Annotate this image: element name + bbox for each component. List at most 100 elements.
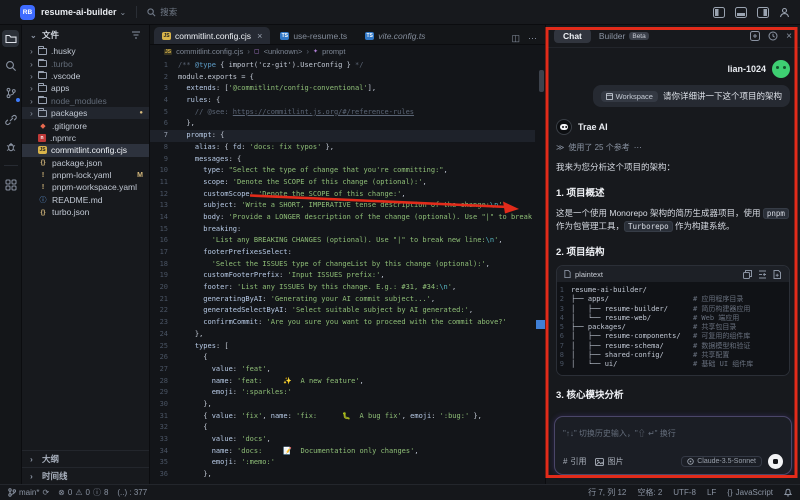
code-line[interactable]: 4 rules: { xyxy=(150,95,535,107)
code-line[interactable]: 14 body: 'Provide a LONGER description o… xyxy=(150,212,535,224)
image-button[interactable]: 图片 xyxy=(595,456,623,467)
debug-bug-icon[interactable] xyxy=(2,138,19,155)
code-line[interactable]: 20 footer: 'List any ISSUES by this chan… xyxy=(150,282,535,294)
cursor-position[interactable]: 行 7, 列 12 xyxy=(588,487,626,498)
code-editor[interactable]: 1/** @type { import('cz-git').UserConfig… xyxy=(150,60,535,484)
reference-button[interactable]: # 引用 xyxy=(563,456,586,467)
sidebar-file-item[interactable]: ›node_modules xyxy=(22,95,149,107)
code-line[interactable]: 19 customFooterPrefix: 'Input ISSUES pre… xyxy=(150,270,535,282)
code-line[interactable]: 17 footerPrefixesSelect: xyxy=(150,247,535,259)
code-line[interactable]: 21 generatingByAI: 'Generating your AI c… xyxy=(150,294,535,306)
outline-section[interactable]: › 大纲 xyxy=(22,450,149,467)
new-file-icon[interactable] xyxy=(773,270,782,279)
breadcrumb[interactable]: JS commitlint.config.cjs › ▢ <unknown> ›… xyxy=(150,45,545,58)
code-line[interactable]: 10 type: "Select the type of change that… xyxy=(150,165,535,177)
breadcrumb-symbol[interactable]: <unknown> xyxy=(264,47,303,56)
code-line[interactable]: 8 alias: { fd: 'docs: fix typos' }, xyxy=(150,142,535,154)
code-line[interactable]: 22 generatedSelectByAI: 'Select suitable… xyxy=(150,305,535,317)
code-line[interactable]: 25 types: [ xyxy=(150,341,535,353)
copy-icon[interactable] xyxy=(743,270,752,279)
editor-tab[interactable]: JScommitlint.config.cjs× xyxy=(154,27,270,44)
explorer-actions-icon[interactable] xyxy=(131,31,141,39)
workspace-context-chip[interactable]: Workspace xyxy=(601,91,658,102)
code-line[interactable]: 24 }, xyxy=(150,329,535,341)
chat-input-field[interactable] xyxy=(563,429,783,438)
sidebar-file-item[interactable]: !pnpm-workspace.yaml xyxy=(22,181,149,193)
send-button[interactable] xyxy=(768,454,783,469)
editor-scrollbar[interactable] xyxy=(539,70,544,92)
git-branch-indicator[interactable]: main* ⟳ xyxy=(8,488,49,497)
timeline-section[interactable]: › 时间线 xyxy=(22,467,149,484)
code-line[interactable]: 29 emoji: ':sparkles:' xyxy=(150,387,535,399)
code-line[interactable]: 18 'Select the ISSUES type of changeList… xyxy=(150,259,535,271)
editor-tab[interactable]: TSuse-resume.ts xyxy=(272,27,355,44)
code-line[interactable]: 6 }, xyxy=(150,118,535,130)
account-icon[interactable] xyxy=(779,7,790,18)
explorer-icon[interactable] xyxy=(2,30,19,47)
code-line[interactable]: 15 breaking: xyxy=(150,224,535,236)
code-line[interactable]: 35 emoji: ':memo:' xyxy=(150,457,535,469)
toggle-left-panel-icon[interactable] xyxy=(713,7,725,18)
chevron-down-icon[interactable]: ⌄ xyxy=(30,31,38,40)
tab-builder[interactable]: Builder Beta xyxy=(599,31,649,41)
tab-chat[interactable]: Chat xyxy=(554,29,591,43)
toggle-right-panel-icon[interactable] xyxy=(757,7,769,18)
chevron-down-icon[interactable]: ⌄ xyxy=(120,8,127,17)
eol-setting[interactable]: LF xyxy=(707,488,716,497)
tab-close-icon[interactable]: × xyxy=(257,31,262,41)
code-line[interactable]: 34 name: 'docs: 📝 Documentation only cha… xyxy=(150,446,535,458)
code-line[interactable]: 3 extends: ['@commitlint/config-conventi… xyxy=(150,83,535,95)
sidebar-file-item[interactable]: JScommitlint.config.cjs xyxy=(22,144,149,156)
code-line[interactable]: 23 confirmCommit: 'Are you sure you want… xyxy=(150,317,535,329)
breadcrumb-file[interactable]: commitlint.config.cjs xyxy=(176,47,243,56)
code-line[interactable]: 36 }, xyxy=(150,469,535,481)
code-line[interactable]: 2module.exports = { xyxy=(150,72,535,84)
todo-counter[interactable]: (..) : 377 xyxy=(117,488,147,497)
code-line[interactable]: 1/** @type { import('cz-git').UserConfig… xyxy=(150,60,535,72)
source-control-icon[interactable] xyxy=(2,84,19,101)
more-actions-icon[interactable]: ⋯ xyxy=(528,33,537,44)
editor-tab[interactable]: TSvite.config.ts xyxy=(357,27,433,44)
sidebar-file-item[interactable]: ›.husky xyxy=(22,45,149,57)
extensions-grid-icon[interactable] xyxy=(2,176,19,193)
problems-indicator[interactable]: ⊗ 0 ⚠ 0 ⓘ 8 xyxy=(58,487,108,498)
code-line[interactable]: 13 subject: 'Write a SHORT, IMPERATIVE t… xyxy=(150,200,535,212)
sidebar-file-item[interactable]: ›apps xyxy=(22,82,149,94)
code-line[interactable]: 28 name: 'feat: ✨ A new feature', xyxy=(150,376,535,388)
code-line[interactable]: 16 'List any BREAKING CHANGES (optional)… xyxy=(150,235,535,247)
sidebar-file-item[interactable]: n.npmrc xyxy=(22,132,149,144)
references-toggle[interactable]: ≫ 使用了 25 个参考 ⋯ xyxy=(556,142,790,153)
code-line[interactable]: 9 messages: { xyxy=(150,154,535,166)
code-line[interactable]: 32 { xyxy=(150,422,535,434)
notifications-bell[interactable] xyxy=(784,488,792,497)
chat-input-box[interactable]: # 引用 图片 Claude-3.5-Sonnet xyxy=(554,416,792,475)
code-line[interactable]: 33 value: 'docs', xyxy=(150,434,535,446)
split-editor-icon[interactable]: ◫ xyxy=(511,33,520,44)
sidebar-file-item[interactable]: {}package.json xyxy=(22,157,149,169)
global-search-button[interactable]: 搜索 xyxy=(147,6,177,18)
code-line[interactable]: 27 value: 'feat', xyxy=(150,364,535,376)
sidebar-file-item[interactable]: ›.vscode xyxy=(22,70,149,82)
encoding-setting[interactable]: UTF-8 xyxy=(673,488,696,497)
sidebar-file-item[interactable]: !pnpm-lock.yamlM xyxy=(22,169,149,181)
close-icon[interactable]: × xyxy=(786,31,792,42)
language-mode[interactable]: {} JavaScript xyxy=(727,488,773,497)
sidebar-file-item[interactable]: ◆.gitignore xyxy=(22,119,149,131)
sidebar-file-item[interactable]: {}turbo.json xyxy=(22,206,149,218)
sidebar-file-item[interactable]: ⓘREADME.md xyxy=(22,194,149,206)
model-selector[interactable]: Claude-3.5-Sonnet xyxy=(681,456,762,467)
breadcrumb-property[interactable]: prompt xyxy=(322,47,345,56)
indentation-setting[interactable]: 空格: 2 xyxy=(637,487,662,498)
code-line[interactable]: 7 prompt: { xyxy=(150,130,535,142)
insert-code-icon[interactable] xyxy=(758,270,767,279)
code-line[interactable]: 12 customScope: 'Denote the SCOPE of thi… xyxy=(150,189,535,201)
code-line[interactable]: 26 { xyxy=(150,352,535,364)
toggle-bottom-panel-icon[interactable] xyxy=(735,7,747,18)
history-icon[interactable] xyxy=(768,31,778,41)
sidebar-file-item[interactable]: ›.turbo xyxy=(22,57,149,69)
search-icon[interactable] xyxy=(2,57,19,74)
new-chat-icon[interactable] xyxy=(750,31,760,41)
code-line[interactable]: 5 // @see: https://commitlint.js.org/#/r… xyxy=(150,107,535,119)
code-line[interactable]: 31 { value: 'fix', name: 'fix: 🐛 A bug f… xyxy=(150,411,535,423)
workspace-name[interactable]: resume-ai-builder xyxy=(41,7,117,17)
